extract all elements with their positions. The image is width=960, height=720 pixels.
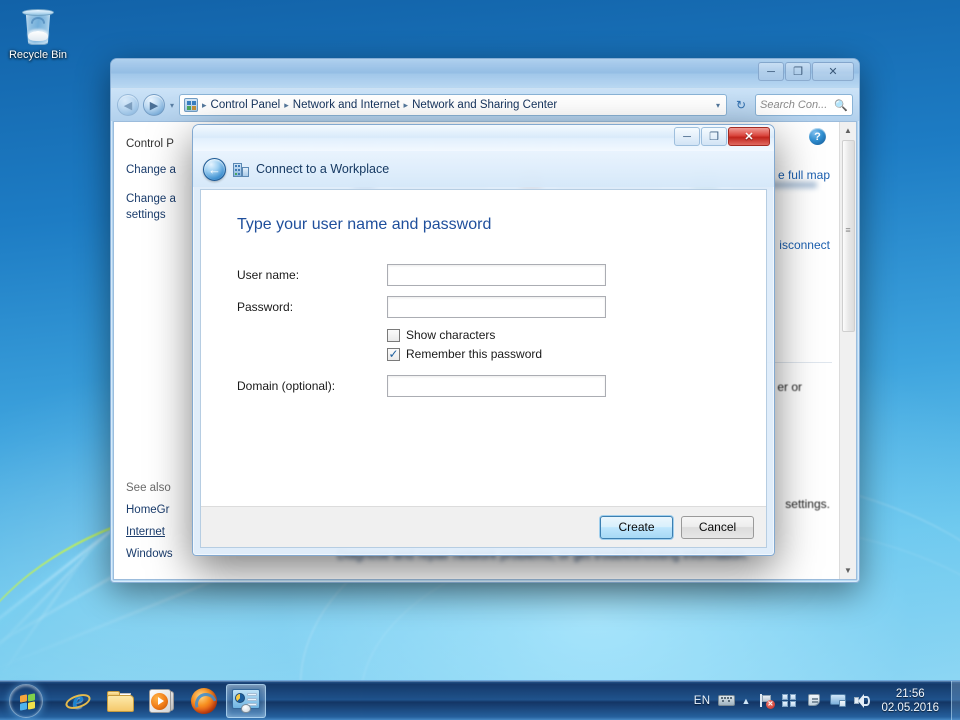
- explorer-window-controls: ─ ❐ ✕: [758, 62, 854, 81]
- desktop-icon-recycle-bin[interactable]: Recycle Bin: [6, 8, 70, 62]
- volume-icon[interactable]: [853, 693, 870, 709]
- breadcrumb-control-panel[interactable]: Control Panel: [211, 99, 281, 111]
- password-row: Password:: [237, 296, 766, 318]
- desktop-icon-label: Recycle Bin: [8, 49, 68, 61]
- dialog-minimize-button[interactable]: ─: [674, 127, 700, 146]
- clock-date: 02.05.2016: [881, 701, 939, 714]
- domain-field[interactable]: [387, 375, 606, 397]
- remember-password-row[interactable]: Remember this password: [387, 346, 766, 362]
- network-crumb-icon: [184, 98, 199, 112]
- connect-to-a-workplace-dialog[interactable]: ─ ❐ ✕ ← Connect to a Workplace Type your…: [192, 124, 775, 556]
- media-player-icon: [149, 688, 175, 713]
- see-also-link-internet-options[interactable]: Internet: [126, 521, 173, 543]
- show-desktop-button[interactable]: [951, 681, 960, 720]
- language-indicator[interactable]: EN: [694, 695, 711, 707]
- explorer-titlebar[interactable]: ─ ❐ ✕: [111, 59, 859, 89]
- forward-button[interactable]: ▶: [143, 94, 165, 116]
- dialog-titlebar[interactable]: ─ ❐ ✕: [193, 125, 774, 151]
- close-button[interactable]: ✕: [812, 62, 854, 81]
- dialog-close-button[interactable]: ✕: [728, 127, 770, 146]
- monitor-icon[interactable]: [829, 693, 846, 709]
- breadcrumb-network-and-sharing-center[interactable]: Network and Sharing Center: [412, 99, 557, 111]
- network-flag-icon[interactable]: ✕: [757, 693, 775, 709]
- disconnect-link[interactable]: isconnect: [779, 238, 830, 252]
- control-panel-icon: [232, 688, 260, 713]
- taskbar-item-control-panel[interactable]: [226, 683, 266, 718]
- internet-explorer-icon: e: [63, 687, 93, 714]
- minimize-button[interactable]: ─: [758, 62, 784, 81]
- firefox-icon: [191, 687, 217, 714]
- scroll-down-button[interactable]: ▼: [840, 562, 857, 579]
- back-button[interactable]: ←: [203, 157, 226, 181]
- dialog-body: Type your user name and password User na…: [200, 189, 767, 548]
- address-bar[interactable]: ▸ Control Panel ▸ Network and Internet ▸…: [179, 94, 727, 116]
- folder-icon: [106, 690, 134, 712]
- breadcrumb-separator: ▸: [202, 99, 207, 110]
- see-full-map-link[interactable]: e full map: [778, 168, 830, 182]
- action-center-icon[interactable]: [805, 693, 822, 709]
- search-input[interactable]: Search Con... 🔍: [755, 94, 853, 116]
- breadcrumb-separator: ▸: [284, 99, 289, 110]
- dialog-window-controls: ─ ❐ ✕: [674, 127, 770, 146]
- dialog-title: Connect to a Workplace: [256, 162, 390, 176]
- workplace-icon: [233, 162, 249, 177]
- scroll-up-button[interactable]: ▲: [840, 122, 857, 139]
- taskbar-item-firefox[interactable]: [184, 684, 224, 718]
- refresh-icon[interactable]: ↻: [731, 94, 751, 116]
- taskbar-item-internet-explorer[interactable]: e: [58, 684, 98, 718]
- show-characters-row[interactable]: Show characters: [387, 328, 766, 342]
- password-field[interactable]: [387, 296, 606, 318]
- page-title: Type your user name and password: [237, 216, 492, 233]
- domain-label: Domain (optional):: [237, 379, 336, 393]
- dialog-maximize-button[interactable]: ❐: [701, 127, 727, 146]
- taskbar-items: e: [58, 683, 266, 718]
- recycle-bin-icon: [21, 8, 55, 46]
- search-placeholder: Search Con...: [760, 99, 828, 111]
- content-text-printer-or: er or: [777, 380, 802, 394]
- dialog-main: Type your user name and password User na…: [201, 190, 766, 506]
- breadcrumb-network-and-internet[interactable]: Network and Internet: [293, 99, 400, 111]
- chevron-down-icon[interactable]: ▾: [716, 101, 722, 110]
- taskbar-item-windows-media-player[interactable]: [142, 684, 182, 718]
- dialog-footer: Create Cancel: [201, 506, 766, 547]
- see-also-title: See also: [126, 482, 171, 494]
- see-also-section: See also HomeGr Internet Windows: [126, 477, 173, 565]
- taskbar: e EN ▲ ✕ 21:56 02.05.2016: [0, 680, 960, 720]
- system-tray: EN ▲ ✕ 21:56 02.05.2016: [694, 681, 951, 720]
- show-characters-label: Show characters: [406, 328, 496, 342]
- clock[interactable]: 21:56 02.05.2016: [877, 687, 945, 715]
- taskbar-item-windows-explorer[interactable]: [100, 684, 140, 718]
- cancel-button[interactable]: Cancel: [681, 515, 754, 539]
- start-button[interactable]: [2, 683, 50, 719]
- explorer-navigation-bar: ◀ ▶ ▾ ▸ Control Panel ▸ Network and Inte…: [111, 89, 859, 121]
- username-row: User name:: [237, 264, 766, 286]
- breadcrumb-separator: ▸: [403, 99, 409, 110]
- windows-logo-icon: [9, 683, 43, 718]
- show-hidden-icons-button[interactable]: ▲: [742, 696, 751, 706]
- create-button[interactable]: Create: [600, 515, 673, 539]
- vertical-scrollbar[interactable]: ▲ ▼: [839, 122, 856, 579]
- show-characters-checkbox[interactable]: [387, 328, 400, 342]
- content-text-settings: settings.: [785, 497, 830, 511]
- see-also-link-homegroup[interactable]: HomeGr: [126, 499, 173, 521]
- remember-password-checkbox[interactable]: [387, 346, 400, 362]
- clock-time: 21:56: [895, 687, 925, 700]
- remember-password-label: Remember this password: [406, 347, 543, 361]
- scrollbar-thumb[interactable]: [841, 140, 855, 332]
- dialog-header: ← Connect to a Workplace: [193, 151, 774, 187]
- back-button[interactable]: ◀: [117, 94, 139, 116]
- recent-pages-dropdown-icon[interactable]: ▾: [169, 101, 175, 110]
- maximize-button[interactable]: ❐: [785, 62, 811, 81]
- keyboard-icon[interactable]: [717, 693, 735, 709]
- help-icon[interactable]: ?: [809, 128, 826, 145]
- password-label: Password:: [237, 300, 294, 314]
- see-also-link-windows-firewall[interactable]: Windows: [126, 543, 173, 565]
- username-field[interactable]: [387, 264, 606, 286]
- network-icon[interactable]: [781, 693, 798, 709]
- search-icon: 🔍: [834, 99, 848, 112]
- domain-row: Domain (optional):: [237, 375, 766, 397]
- username-label: User name:: [237, 268, 300, 282]
